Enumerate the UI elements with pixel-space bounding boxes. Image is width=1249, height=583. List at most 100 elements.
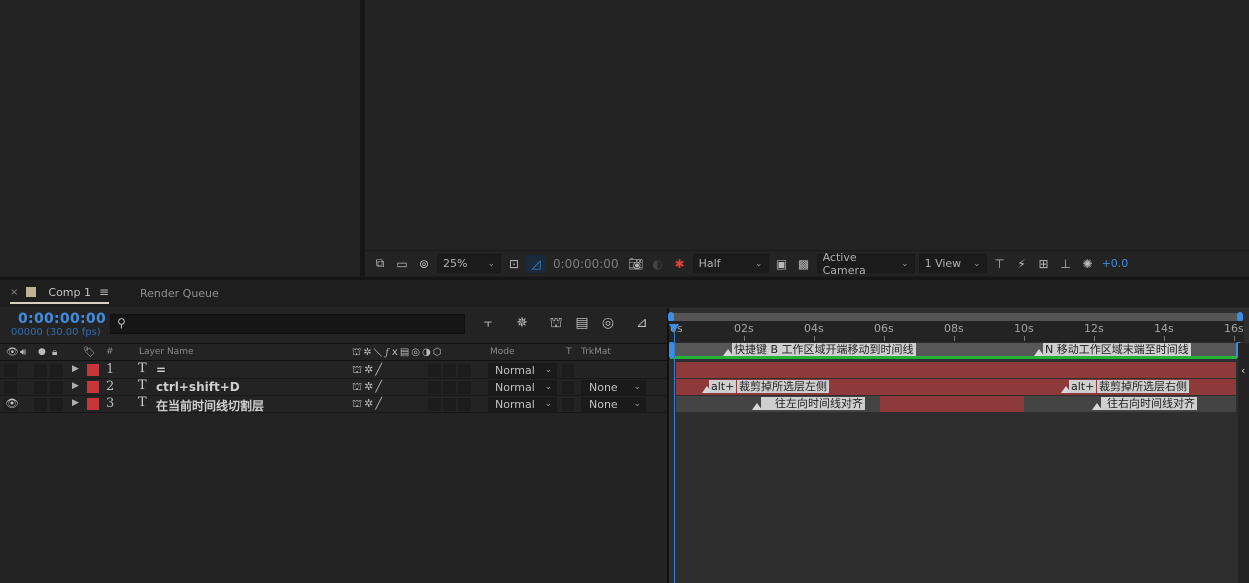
- transparency-grid-icon[interactable]: ◿: [526, 254, 546, 273]
- camera-view-value: Active Camera: [822, 250, 866, 277]
- chevron-down-icon: ⌄: [487, 258, 495, 269]
- layer-switches[interactable]: ⛫✲╱: [352, 397, 384, 412]
- layer-bar-3[interactable]: [880, 396, 1024, 412]
- label-color-swatch[interactable]: [87, 398, 99, 410]
- switch-cell[interactable]: [458, 381, 471, 394]
- viewer-toolbar: ⧉ ▭ ⊚ 25% ⌄ ⊡ ◿ 0:00:00:00 📷︎ ◐ ✱ Half ⌄…: [365, 250, 1249, 277]
- label-color-swatch[interactable]: [87, 364, 99, 376]
- viewer-timecode[interactable]: 0:00:00:00: [553, 257, 619, 271]
- flowchart-icon[interactable]: ⊥: [1056, 255, 1076, 273]
- label-tag-icon[interactable]: 🏷︎: [83, 347, 96, 358]
- frame-blending-icon[interactable]: ▤: [571, 315, 593, 331]
- show-snapshot-icon[interactable]: ◐: [648, 255, 668, 273]
- color-channels-icon[interactable]: ✱: [670, 255, 690, 273]
- magnification-dropdown[interactable]: 25% ⌄: [437, 254, 501, 273]
- motion-blur-icon[interactable]: ◎: [597, 315, 619, 331]
- video-switch-icon[interactable]: 👁︎: [6, 347, 19, 358]
- solo-toggle[interactable]: [34, 364, 47, 377]
- preserve-transparency-toggle[interactable]: [562, 398, 574, 411]
- tab-render-queue[interactable]: Render Queue: [140, 287, 219, 300]
- layer-bar-1[interactable]: [676, 362, 1236, 378]
- lock-toggle[interactable]: [50, 381, 63, 394]
- expand-arrow-icon[interactable]: ▶: [72, 398, 79, 408]
- view-layout-dropdown[interactable]: 1 View ⌄: [918, 254, 987, 273]
- solo-toggle[interactable]: [34, 381, 47, 394]
- chevron-down-icon: ⌄: [544, 399, 552, 409]
- label-color-swatch[interactable]: [87, 381, 99, 393]
- column-layer-name[interactable]: Layer Name: [139, 347, 194, 357]
- draft-3d-icon[interactable]: ✵: [511, 315, 533, 331]
- resolution-dropdown[interactable]: Half ⌄: [692, 254, 769, 273]
- toggle-pixel-aspect-icon[interactable]: ⊤: [990, 255, 1010, 273]
- playhead-line[interactable]: [674, 332, 675, 583]
- preserve-transparency-toggle[interactable]: [562, 364, 574, 377]
- region-of-interest-icon[interactable]: ⊡: [504, 255, 524, 273]
- layer-switches[interactable]: ⛫✲╱: [352, 363, 384, 378]
- composition-viewer[interactable]: [365, 0, 1249, 250]
- layer-name[interactable]: =: [156, 363, 166, 377]
- text-layer-icon: T: [138, 395, 147, 410]
- ruler-tick-label: 08s: [944, 322, 964, 335]
- blend-mode-value: Normal: [495, 364, 535, 377]
- vr-goggles-icon[interactable]: ⊚: [414, 255, 434, 273]
- close-icon[interactable]: ×: [10, 287, 18, 298]
- exposure-value[interactable]: +0.0: [1102, 257, 1129, 270]
- switch-cell[interactable]: [443, 381, 456, 394]
- ruler-tick: [1234, 336, 1235, 341]
- layer-row[interactable]: 👁︎ ▶ 3 T 在当前时间线切割层 ⛫✲╱ Normal ⌄ None ⌄: [0, 395, 667, 414]
- column-mode[interactable]: Mode: [490, 347, 515, 357]
- expand-arrow-icon[interactable]: ▶: [72, 381, 79, 391]
- blend-mode-dropdown[interactable]: Normal ⌄: [488, 380, 557, 395]
- expand-arrow-icon[interactable]: ▶: [72, 364, 79, 374]
- project-panel: [0, 0, 360, 276]
- composition-mini-flowchart-icon[interactable]: ⫟: [477, 315, 499, 331]
- switch-cell[interactable]: [458, 364, 471, 377]
- annotation-alt-key-right: alt+: [1069, 380, 1097, 393]
- fast-previews-icon[interactable]: ▣: [772, 255, 792, 273]
- collapse-arrow-icon[interactable]: ‹: [1241, 364, 1245, 377]
- switch-cell[interactable]: [428, 398, 441, 411]
- tab-comp-1[interactable]: × Comp 1 ≡: [10, 285, 110, 304]
- checkerboard-icon[interactable]: ▩: [794, 255, 814, 273]
- current-time-display[interactable]: 0:00:00:00: [18, 311, 106, 327]
- solo-toggle[interactable]: [34, 398, 47, 411]
- lock-switch-icon[interactable]: 🔒︎: [52, 347, 57, 358]
- annotation-trim-left: 裁剪掉所选层左侧: [737, 380, 829, 393]
- layer-name[interactable]: 在当前时间线切割层: [156, 397, 264, 414]
- blend-mode-dropdown[interactable]: Normal ⌄: [488, 397, 557, 412]
- column-trkmat[interactable]: TrkMat: [581, 347, 611, 357]
- blend-mode-dropdown[interactable]: Normal ⌄: [488, 363, 557, 378]
- camera-view-dropdown[interactable]: Active Camera ⌄: [816, 251, 915, 277]
- time-navigator-bar[interactable]: [670, 313, 1238, 321]
- switch-cell[interactable]: [443, 364, 456, 377]
- audio-switch-icon[interactable]: 🔊︎: [20, 347, 26, 358]
- reset-exposure-icon[interactable]: ✺: [1078, 255, 1098, 273]
- layer-number: 2: [106, 379, 115, 394]
- video-toggle[interactable]: [4, 364, 17, 377]
- fast-preview-icon[interactable]: ⚡︎: [1012, 255, 1032, 273]
- preserve-transparency-toggle[interactable]: [562, 381, 574, 394]
- timeline-icon[interactable]: ⊞: [1034, 255, 1054, 273]
- layer-search-input[interactable]: ⚲: [110, 314, 465, 334]
- layer-row[interactable]: ▶ 1 T = ⛫✲╱ Normal ⌄: [0, 361, 667, 379]
- layer-switches[interactable]: ⛫✲╱: [352, 380, 384, 395]
- switch-cell[interactable]: [428, 381, 441, 394]
- lock-toggle[interactable]: [50, 398, 63, 411]
- track-matte-dropdown[interactable]: None ⌄: [581, 380, 646, 395]
- layer-name[interactable]: ctrl+shift+D: [156, 380, 240, 394]
- track-matte-dropdown[interactable]: None ⌄: [581, 397, 646, 412]
- lock-toggle[interactable]: [50, 364, 63, 377]
- video-toggle[interactable]: [4, 381, 17, 394]
- always-preview-icon[interactable]: ⧉: [370, 255, 390, 273]
- camera-snapshot-icon[interactable]: 📷︎: [626, 255, 646, 273]
- switch-cell[interactable]: [428, 364, 441, 377]
- monitor-icon[interactable]: ▭: [392, 255, 412, 273]
- hide-shy-layers-icon[interactable]: ⛫: [545, 315, 567, 333]
- layer-row[interactable]: ▶ 2 Tctrl+shift+D ⛫✲╱ Normal ⌄ None ⌄: [0, 378, 667, 396]
- switch-cell[interactable]: [443, 398, 456, 411]
- graph-editor-icon[interactable]: ⊿: [631, 315, 653, 331]
- panel-menu-icon[interactable]: ≡: [99, 285, 109, 299]
- switch-cell[interactable]: [458, 398, 471, 411]
- solo-switch-icon[interactable]: ●: [38, 347, 46, 357]
- eye-icon[interactable]: 👁︎: [5, 397, 19, 410]
